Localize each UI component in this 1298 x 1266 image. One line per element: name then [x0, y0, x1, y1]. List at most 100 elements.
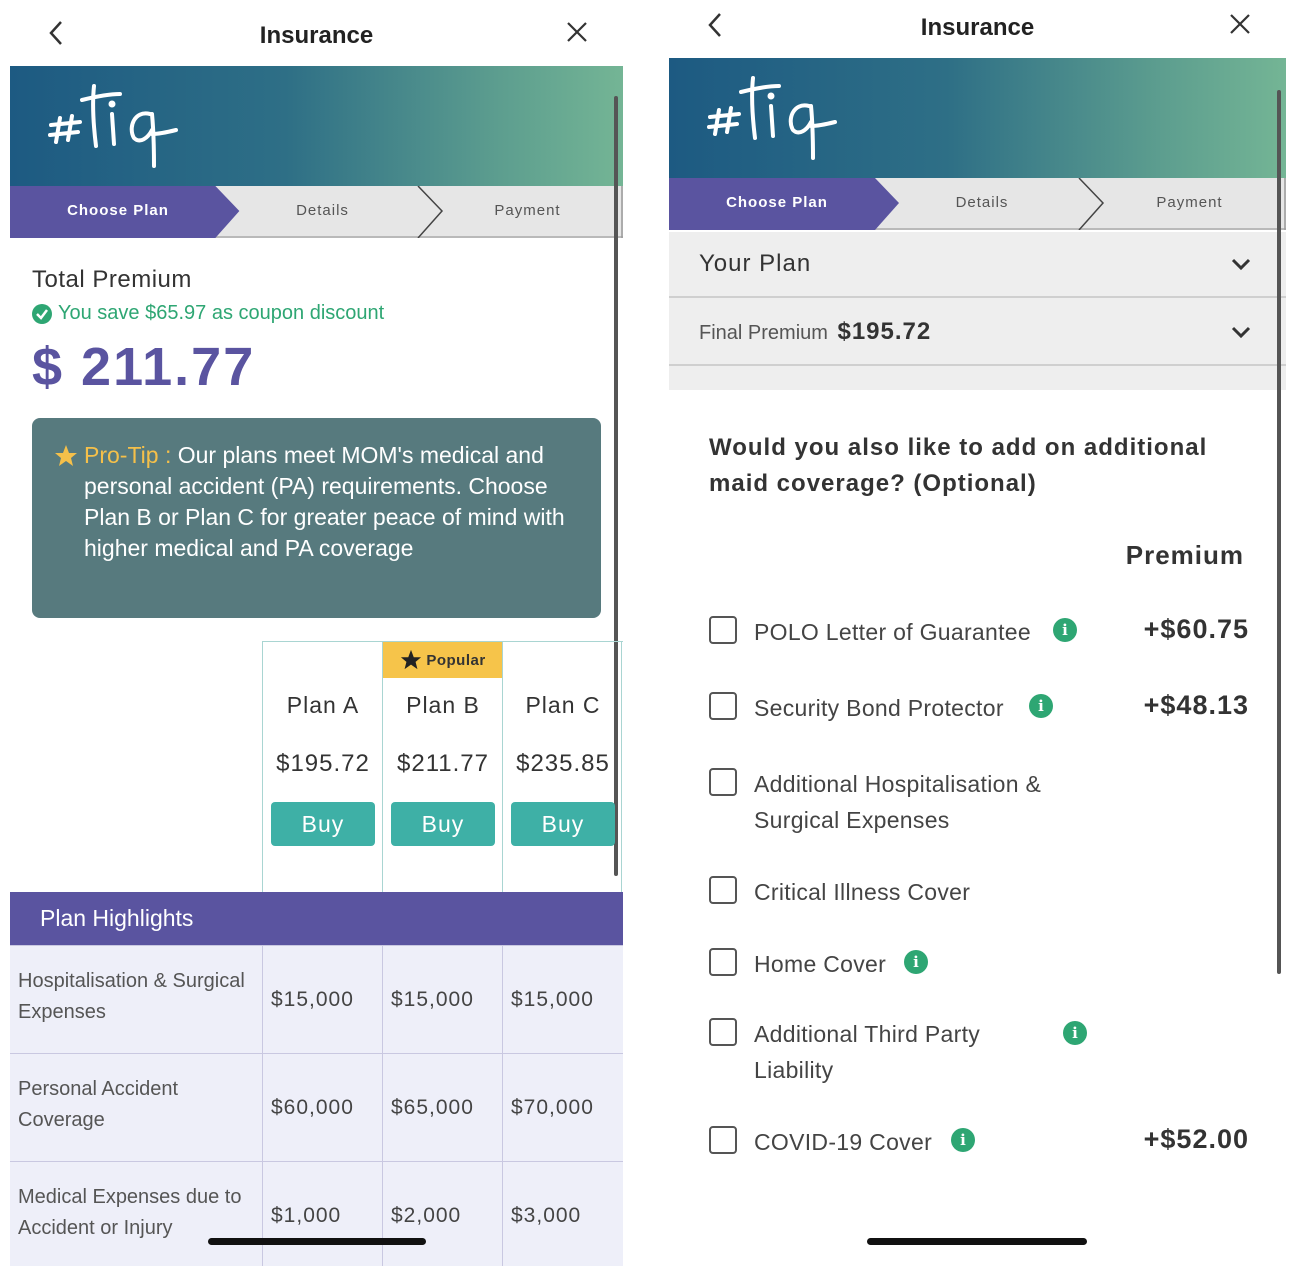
- header: Insurance: [10, 0, 623, 60]
- plan-selector: Plan A $195.72 Buy Popular Plan B $211.7…: [262, 642, 623, 892]
- step-details[interactable]: Details: [220, 186, 425, 236]
- tiq-logo: [48, 84, 178, 168]
- addon-name: Security Bond Protector: [754, 695, 1004, 721]
- final-premium-row: Final Premium $195.72: [699, 318, 931, 346]
- cell-plan-c: $70,000: [502, 1054, 622, 1162]
- stepper: Choose Plan Details Payment: [669, 178, 1286, 230]
- info-icon[interactable]: i: [1053, 618, 1077, 642]
- addon-checkbox[interactable]: [709, 876, 737, 904]
- plan-price: $211.77: [397, 750, 489, 777]
- tiq-logo: [707, 76, 837, 160]
- popular-badge: Popular: [383, 642, 503, 678]
- final-premium-accordion[interactable]: Final Premium $195.72: [669, 298, 1286, 366]
- chevron-down-icon[interactable]: [1230, 324, 1252, 340]
- addon-hospitalisation: Additional Hospitalisation & Surgical Ex…: [709, 766, 1249, 842]
- info-icon[interactable]: i: [1029, 694, 1053, 718]
- total-premium-amount: $ 211.77: [32, 337, 256, 397]
- plan-price: $195.72: [276, 750, 370, 777]
- plan-name: Plan A: [286, 692, 360, 718]
- section-divider: [669, 366, 1286, 390]
- popular-label: Popular: [426, 651, 486, 669]
- step-payment[interactable]: Payment: [1087, 178, 1286, 228]
- home-indicator[interactable]: [867, 1238, 1087, 1245]
- info-icon[interactable]: i: [904, 950, 928, 974]
- addon-checkbox[interactable]: [709, 1018, 737, 1046]
- coupon-saving: You save $65.97 as coupon discount: [32, 302, 384, 325]
- table-row: Hospitalisation & Surgical Expenses $15,…: [10, 945, 623, 1054]
- cell-plan-b: $65,000: [382, 1054, 502, 1162]
- addon-home-cover: Home Cover i: [709, 946, 1249, 986]
- check-circle-icon: [32, 303, 52, 324]
- close-icon[interactable]: [1228, 12, 1252, 36]
- plan-price: $235.85: [516, 750, 610, 777]
- buy-plan-c-button[interactable]: Buy: [511, 802, 615, 846]
- final-premium-amount: $195.72: [837, 318, 932, 345]
- cell-plan-a: $1,000: [262, 1162, 382, 1266]
- header: Insurance: [669, 0, 1286, 60]
- row-label: Hospitalisation & Surgical Expenses: [18, 970, 245, 1023]
- cell-plan-c: $15,000: [502, 946, 622, 1054]
- addon-name: COVID-19 Cover: [754, 1129, 933, 1155]
- page-title: Insurance: [920, 14, 1035, 41]
- star-icon: [401, 649, 422, 670]
- addon-price: +$60.75: [1143, 614, 1249, 644]
- row-label: Personal Accident Coverage: [18, 1078, 179, 1131]
- pro-tip-heading: Pro-Tip :: [84, 442, 172, 468]
- plan-name: Plan B: [406, 692, 480, 718]
- pro-tip-box: Pro-Tip : Our plans meet MOM's medical a…: [32, 418, 601, 618]
- step-choose-plan[interactable]: Choose Plan: [669, 178, 885, 228]
- cell-plan-b: $2,000: [382, 1162, 502, 1266]
- stepper: Choose Plan Details Payment: [10, 186, 623, 238]
- plan-card-a: Plan A $195.72 Buy: [262, 642, 382, 892]
- close-icon[interactable]: [565, 20, 589, 44]
- step-details[interactable]: Details: [879, 178, 1085, 228]
- step-choose-plan[interactable]: Choose Plan: [10, 186, 226, 236]
- home-indicator[interactable]: [208, 1238, 426, 1245]
- addon-checkbox[interactable]: [709, 948, 737, 976]
- your-plan-accordion[interactable]: Your Plan: [669, 232, 1286, 298]
- info-icon[interactable]: i: [951, 1128, 975, 1152]
- plan-highlights-header: Plan Highlights: [10, 892, 623, 945]
- addon-name: POLO Letter of Guarantee: [754, 619, 1031, 645]
- table-row: Medical Expenses due to Accident or Inju…: [10, 1161, 623, 1266]
- buy-plan-b-button[interactable]: Buy: [391, 802, 495, 846]
- coupon-saving-text: You save $65.97 as coupon discount: [58, 302, 385, 324]
- chevron-down-icon[interactable]: [1230, 256, 1252, 272]
- addon-name: Critical Illness Cover: [754, 879, 971, 905]
- star-icon: [55, 445, 77, 466]
- plan-card-b: Popular Plan B $211.77 Buy: [382, 642, 503, 892]
- step-payment[interactable]: Payment: [425, 186, 623, 236]
- cell-plan-a: $15,000: [262, 946, 382, 1054]
- row-label: Medical Expenses due to Accident or Inju…: [18, 1186, 242, 1239]
- addon-name: Additional Third Party Liability: [754, 1021, 981, 1083]
- brand-banner: [669, 58, 1286, 178]
- right-screen: Insurance Choose Plan Details Payment Yo…: [669, 0, 1286, 1266]
- total-premium-label: Total Premium: [32, 266, 192, 293]
- addon-name: Home Cover: [754, 951, 887, 977]
- plan-name: Plan C: [525, 692, 601, 718]
- buy-plan-a-button[interactable]: Buy: [271, 802, 375, 846]
- table-row: Personal Accident Coverage $60,000 $65,0…: [10, 1053, 623, 1162]
- cell-plan-a: $60,000: [262, 1054, 382, 1162]
- plan-highlights-table: Hospitalisation & Surgical Expenses $15,…: [10, 945, 623, 1266]
- addon-third-party-liability: Additional Third Party Liability i: [709, 1016, 1249, 1092]
- addon-covid-19: COVID-19 Cover i +$52.00: [709, 1124, 1249, 1164]
- page-title: Insurance: [259, 22, 374, 49]
- addon-checkbox[interactable]: [709, 616, 737, 644]
- addon-checkbox[interactable]: [709, 768, 737, 796]
- addon-checkbox[interactable]: [709, 692, 737, 720]
- brand-banner: [10, 66, 623, 186]
- left-screen: Insurance Choose Plan Details Payment To…: [10, 0, 623, 1266]
- scrollbar[interactable]: [1277, 90, 1281, 974]
- final-premium-label: Final Premium: [699, 322, 828, 344]
- addon-polo-letter: POLO Letter of Guarantee i +$60.75: [709, 614, 1249, 654]
- plan-card-c: Plan C $235.85 Buy: [502, 642, 622, 892]
- addon-checkbox[interactable]: [709, 1126, 737, 1154]
- addon-price: +$52.00: [1143, 1124, 1249, 1154]
- addon-name: Additional Hospitalisation & Surgical Ex…: [754, 771, 1042, 833]
- premium-column-header: Premium: [1125, 540, 1244, 570]
- your-plan-label: Your Plan: [699, 250, 812, 277]
- cell-plan-b: $15,000: [382, 946, 502, 1054]
- info-icon[interactable]: i: [1063, 1021, 1087, 1045]
- cell-plan-c: $3,000: [502, 1162, 622, 1266]
